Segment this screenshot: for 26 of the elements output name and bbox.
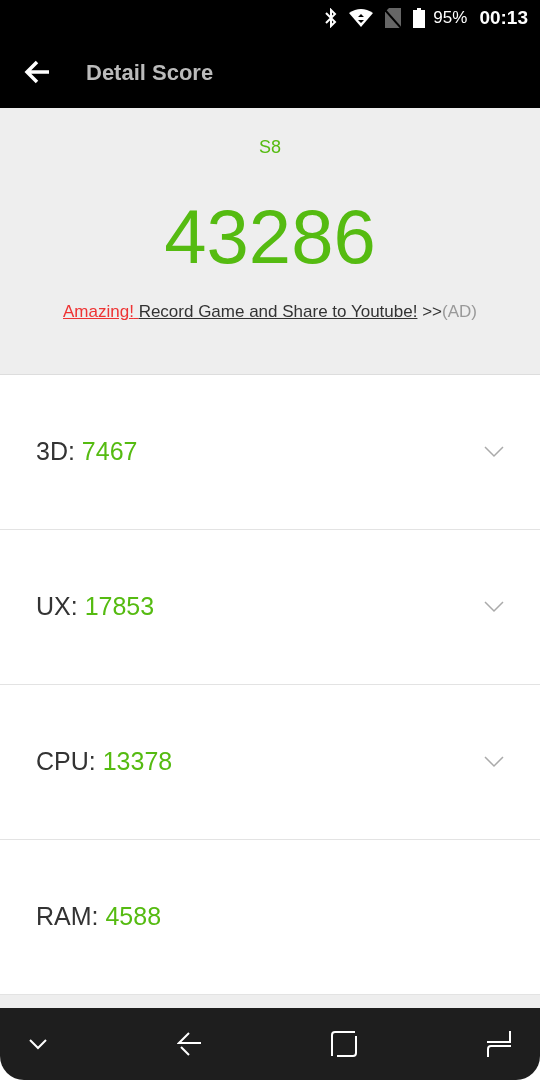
score-row[interactable]: CPU: 13378 bbox=[0, 685, 540, 840]
battery-icon bbox=[413, 8, 426, 28]
ad-link[interactable]: Amazing! Record Game and Share to Youtube! >> bbox=[63, 299, 443, 325]
score-label: CPU: 13378 bbox=[36, 746, 173, 778]
chevron-down-icon bbox=[484, 446, 504, 458]
no-sim-icon bbox=[385, 8, 402, 28]
back-arrow-icon[interactable] bbox=[24, 60, 50, 84]
chevron-down-icon bbox=[484, 601, 504, 613]
chevron-down-icon[interactable] bbox=[28, 1038, 48, 1050]
chevron-down-icon bbox=[484, 756, 504, 768]
score-label: 3D: 7467 bbox=[36, 436, 138, 468]
score-label: UX: 17853 bbox=[36, 591, 155, 623]
back-icon[interactable] bbox=[176, 1031, 203, 1057]
clock: 00:13 bbox=[479, 5, 528, 30]
device-name: S8 bbox=[259, 136, 281, 159]
score-row[interactable]: 3D: 7467 bbox=[0, 375, 540, 530]
score-row[interactable]: UX: 17853 bbox=[0, 530, 540, 685]
wifi-icon bbox=[349, 9, 374, 27]
battery-percent: 95% bbox=[433, 7, 468, 30]
home-icon[interactable] bbox=[331, 1031, 358, 1057]
recent-apps-icon[interactable] bbox=[485, 1030, 512, 1058]
score-label: RAM: 4588 bbox=[36, 901, 162, 933]
screen-title: Detail Score bbox=[86, 58, 214, 87]
total-score: 43286 bbox=[164, 199, 376, 275]
ad-label: (AD) bbox=[442, 301, 477, 323]
bluetooth-icon bbox=[325, 8, 338, 28]
